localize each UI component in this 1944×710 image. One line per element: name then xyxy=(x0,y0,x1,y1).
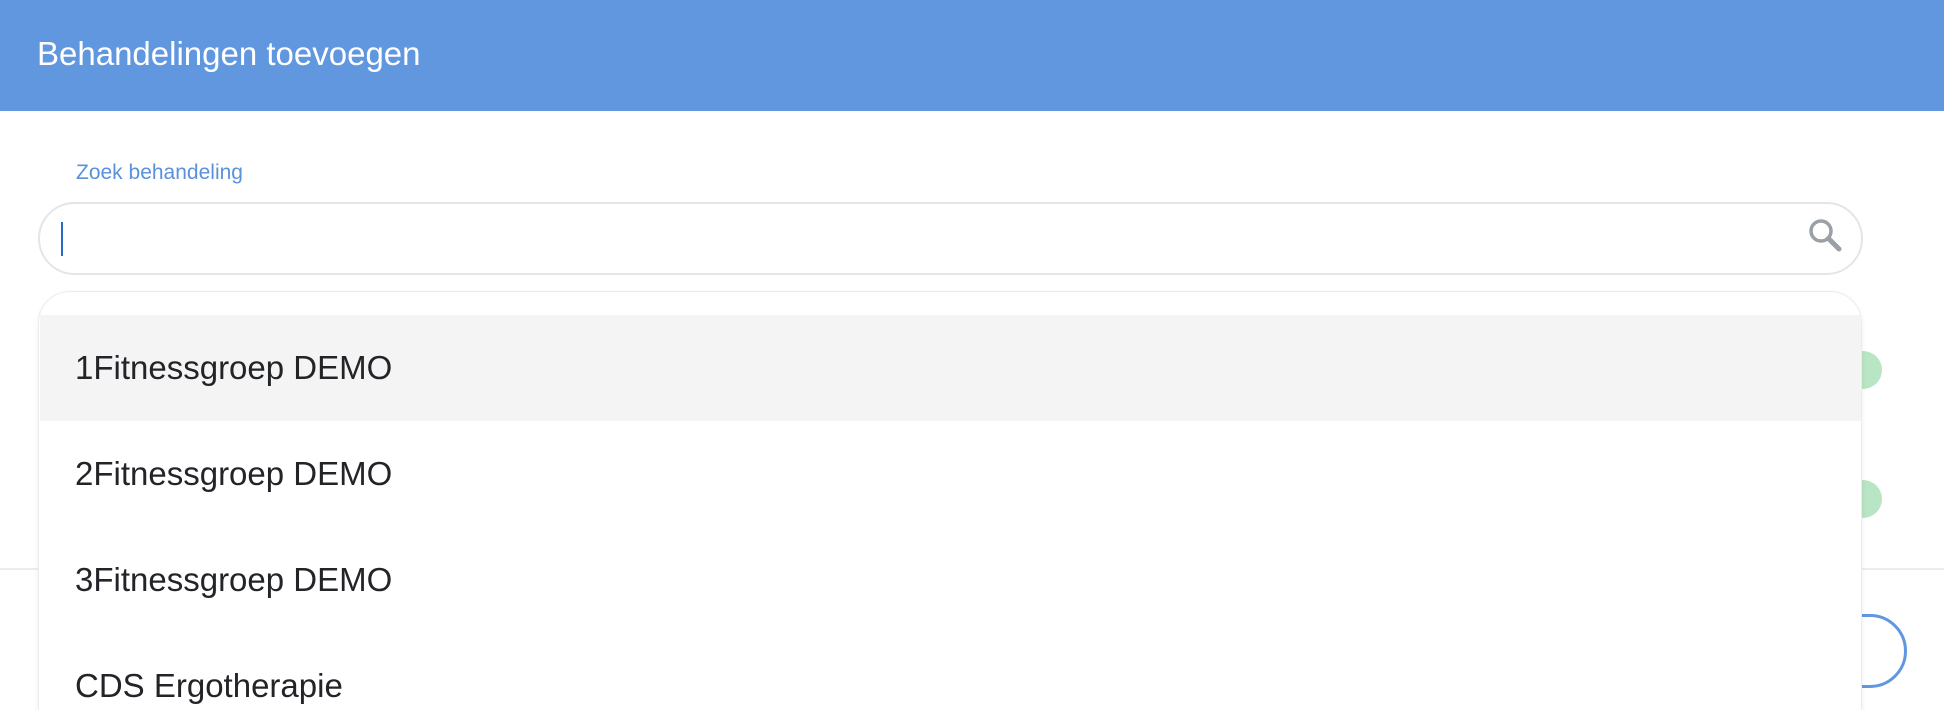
dialog-title: Behandelingen toevoegen xyxy=(37,35,421,72)
dropdown-option-label: 1Fitnessgroep DEMO xyxy=(75,349,393,386)
dropdown-option[interactable]: CDS Ergotherapie xyxy=(40,633,1861,710)
dropdown-option[interactable]: 1Fitnessgroep DEMO xyxy=(40,315,1861,421)
search-label: Zoek behandeling xyxy=(76,161,243,184)
dropdown-option-label: CDS Ergotherapie xyxy=(75,667,343,704)
search-icon[interactable] xyxy=(1806,216,1846,256)
dialog-header: Behandelingen toevoegen xyxy=(0,0,1944,111)
dropdown-option-label: 2Fitnessgroep DEMO xyxy=(75,455,393,492)
text-cursor xyxy=(61,222,63,256)
dropdown-option-label: 3Fitnessgroep DEMO xyxy=(75,561,393,598)
page: Behandelingen toevoegen Zoek behandeling… xyxy=(0,0,1944,710)
suggestion-dropdown: 1Fitnessgroep DEMO 2Fitnessgroep DEMO 3F… xyxy=(38,291,1862,710)
search-input[interactable] xyxy=(38,202,1863,275)
dropdown-option[interactable]: 3Fitnessgroep DEMO xyxy=(40,527,1861,633)
dropdown-option[interactable]: 2Fitnessgroep DEMO xyxy=(40,421,1861,527)
